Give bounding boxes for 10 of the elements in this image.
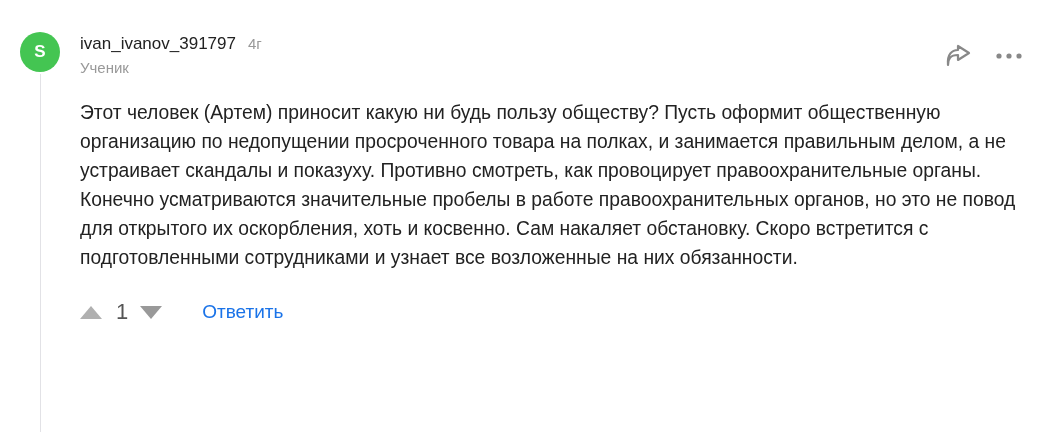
comment-text: Этот человек (Артем) приносит какую ни будь пользу обществу? Пусть оформит общественную организацию по недопущении просроченного товара на полках, и занимается правильным делом, а не устраивает скандалы и показуху. Противно смотреть, как провоцирует правоохранительные органы. Конечно усматриваются значительные пробелы в работе правоохранительных органов, но это не повод для открытого их оскорбления, хоть и косвенно. Сам накаляет обстановку. Скоро встретится с подготовленными сотрудниками и узнает все возложенные на них обязанности.: [80, 101, 1017, 270]
upvote-icon[interactable]: [80, 305, 102, 319]
share-icon[interactable]: [944, 44, 972, 68]
author-rank: Ученик: [80, 59, 130, 76]
author-name[interactable]: ivan_ivanov_391797: [80, 34, 236, 54]
reply-link[interactable]: Ответить: [202, 301, 284, 323]
downvote-icon[interactable]: [140, 305, 163, 319]
post-age: 4г: [247, 35, 262, 52]
more-icon[interactable]: [996, 53, 1022, 59]
vote-count: 1: [116, 299, 129, 325]
